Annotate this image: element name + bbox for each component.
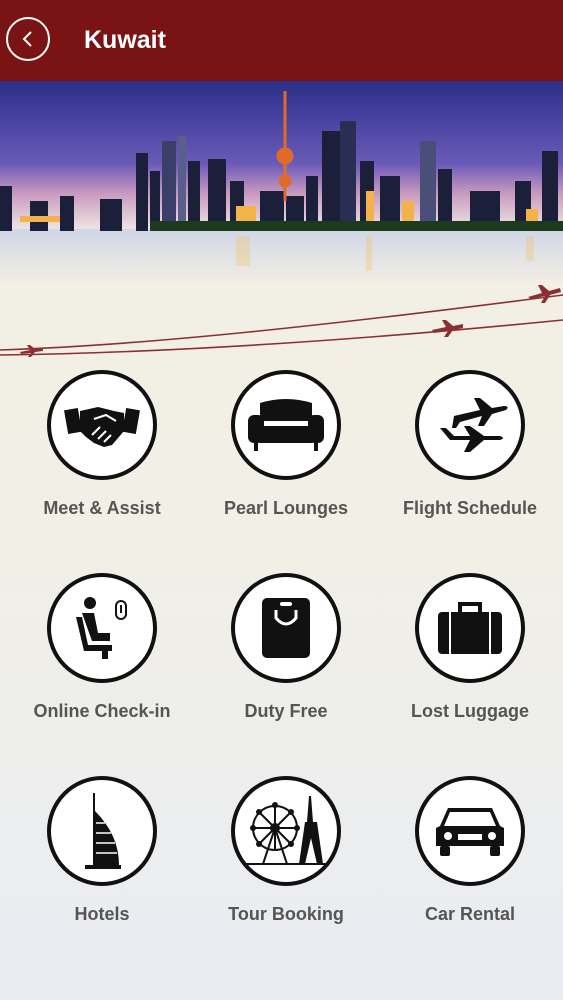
tile-label: Duty Free	[244, 701, 328, 721]
tile-label: Tour Booking	[228, 904, 344, 924]
tile-tour-booking[interactable]: Tour Booking	[196, 776, 376, 925]
tile-label: Online Check-in	[33, 701, 171, 721]
tile-label: Hotels	[74, 904, 130, 924]
tile-label: Pearl Lounges	[223, 498, 349, 518]
tile-lost-luggage[interactable]: Lost Luggage	[380, 573, 560, 722]
chevron-left-icon	[22, 31, 32, 47]
tile-label: Lost Luggage	[411, 701, 529, 721]
tile-label: Meet & Assist	[43, 498, 161, 518]
sofa-icon	[248, 399, 324, 451]
car-icon	[436, 808, 504, 856]
seat-checkin-icon	[76, 597, 127, 659]
handshake-icon	[64, 407, 140, 447]
tile-label: Car Rental	[424, 904, 516, 924]
tile-flight-schedule[interactable]: Flight Schedule	[380, 370, 560, 519]
burj-hotel-icon	[85, 793, 121, 869]
tile-hotels[interactable]: Hotels	[12, 776, 192, 925]
flight-path-decoration	[0, 275, 563, 365]
back-button[interactable]	[6, 17, 50, 61]
page-title: Kuwait	[84, 26, 166, 54]
tile-pearl-lounges[interactable]: Pearl Lounges	[196, 370, 376, 519]
ferris-wheel-eiffel-icon	[245, 796, 327, 865]
tile-duty-free[interactable]: Duty Free	[196, 573, 376, 722]
tile-label: Flight Schedule	[402, 498, 537, 518]
tile-online-checkin[interactable]: Online Check-in	[12, 573, 192, 722]
tile-meet-assist[interactable]: Meet & Assist	[12, 370, 192, 519]
suitcase-icon	[438, 602, 502, 654]
shopping-bag-icon	[262, 598, 310, 658]
tile-car-rental[interactable]: Car Rental	[380, 776, 560, 925]
city-skyline-banner	[0, 81, 563, 283]
airplanes-icon	[440, 398, 508, 452]
app-header: Kuwait	[0, 0, 563, 81]
